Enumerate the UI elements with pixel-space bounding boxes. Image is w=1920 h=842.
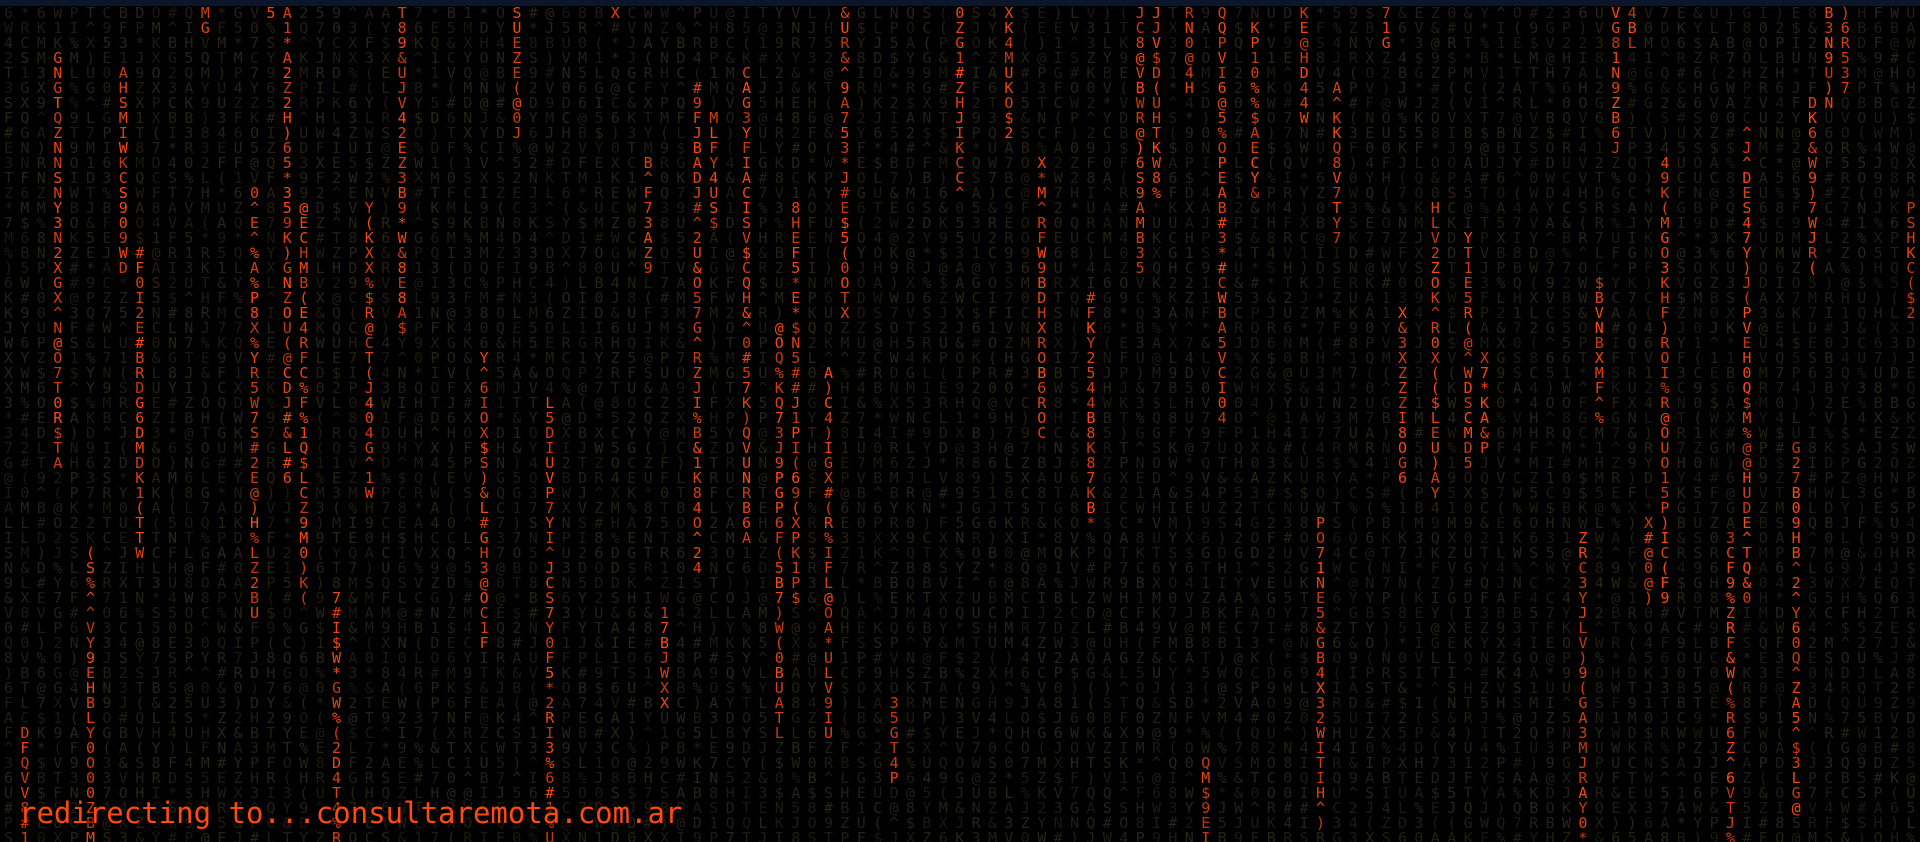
- rain-glyph: I: [676, 829, 685, 842]
- rain-glyph: 6: [1398, 829, 1407, 842]
- rain-glyph: P: [1136, 829, 1145, 842]
- rain-glyph: 1: [20, 829, 29, 842]
- rain-glyph: S: [381, 829, 390, 842]
- rain-glyph: R: [332, 829, 342, 842]
- rain-glyph: D: [611, 829, 620, 842]
- rain-glyph: F: [1250, 829, 1259, 842]
- rain-glyph: R: [1283, 829, 1293, 842]
- rain-glyph: 1: [414, 829, 423, 842]
- rain-glyph: #: [168, 829, 177, 842]
- rain-glyph: R: [463, 829, 473, 842]
- rain-glyph: 1: [594, 829, 603, 842]
- rain-glyph: J: [1086, 829, 1095, 842]
- rain-glyph: %: [529, 829, 538, 842]
- rain-glyph: Y: [299, 829, 308, 842]
- rain-glyph: 8: [791, 829, 800, 842]
- rain-glyph: ): [1070, 829, 1079, 842]
- rain-glyph: 3: [119, 829, 128, 842]
- rain-glyph: U: [545, 829, 554, 842]
- rain-glyph: #: [250, 829, 259, 842]
- rain-glyph: 9: [693, 829, 702, 842]
- rain-glyph: W: [1103, 829, 1113, 842]
- rain-glyph: F: [217, 829, 226, 842]
- rain-glyph: L: [266, 829, 275, 842]
- rain-glyph: I: [1201, 829, 1210, 842]
- rain-glyph: X: [644, 829, 653, 842]
- rain-glyph: T: [824, 829, 833, 842]
- rain-glyph: C: [365, 829, 374, 842]
- rain-glyph: 0: [37, 829, 46, 842]
- rain-glyph: P: [70, 829, 79, 842]
- rain-glyph: Z: [922, 829, 931, 842]
- rain-glyph: S: [1382, 829, 1391, 842]
- rain-glyph: 9: [1152, 829, 1161, 842]
- rain-glyph: J: [234, 829, 243, 842]
- rain-glyph: &: [398, 829, 407, 842]
- rain-glyph: X: [53, 829, 62, 842]
- rain-glyph: M: [988, 829, 997, 842]
- rain-glyph: F: [496, 829, 505, 842]
- matrix-rain-canvas: 6W42T3SF#E3TZ*7M%)6KKJWXXX3*37G@IALISN9&…: [4, 6, 1916, 842]
- rain-glyph: T: [283, 829, 292, 842]
- rain-glyph: K: [955, 829, 964, 842]
- rain-glyph: J: [890, 829, 899, 842]
- rain-glyph: Y: [152, 829, 161, 842]
- rain-glyph: M: [86, 829, 95, 842]
- rain-glyph: Q: [348, 829, 357, 842]
- rain-glyph: @: [201, 829, 210, 842]
- rain-glyph: 0: [1021, 829, 1030, 842]
- rain-glyph: N: [578, 829, 587, 842]
- rain-glyph: P: [840, 829, 849, 842]
- rain-glyph: X: [1365, 829, 1374, 842]
- rain-glyph: 0: [512, 829, 521, 842]
- rain-glyph: #: [1054, 829, 1063, 842]
- rain-glyph: B: [1218, 829, 1227, 842]
- rain-glyph: Z: [316, 829, 325, 842]
- rain-glyph: S: [4, 829, 13, 842]
- rain-glyph: (: [447, 829, 456, 842]
- rain-glyph: W: [1037, 829, 1047, 842]
- rain-glyph: I: [775, 829, 784, 842]
- rain-glyph: 7: [726, 829, 735, 842]
- rain-glyph: 3: [1349, 829, 1358, 842]
- rain-glyph: 7: [430, 829, 439, 842]
- rain-glyph: I: [480, 829, 489, 842]
- rain-glyph: 6: [939, 829, 948, 842]
- matrix-rain-screen: 6 W 4 2 T 3 S F # E 3 T Z * 7 M%) 6 K K J W X X X 3 * 3 7 G @ I A L I S N 9 &…: [0, 0, 1920, 842]
- rain-glyph: P: [184, 829, 193, 842]
- rain-glyph: J: [758, 829, 767, 842]
- rain-glyph: S: [1300, 829, 1309, 842]
- rain-glyph: &: [135, 829, 144, 842]
- rain-glyph: H: [1168, 829, 1177, 842]
- rain-glyph: S: [808, 829, 817, 842]
- rain-glyph: F: [857, 829, 866, 842]
- rain-glyph: X: [906, 829, 915, 842]
- rain-glyph: 3: [972, 829, 981, 842]
- rain-glyph: $: [873, 829, 882, 842]
- rain-glyph: R: [1316, 829, 1326, 842]
- rain-glyph: S: [102, 829, 111, 842]
- rain-glyph: A: [1447, 829, 1456, 842]
- rain-glyph: B: [1267, 829, 1276, 842]
- rain-glyph: N: [1185, 829, 1194, 842]
- rain-glyph: P: [709, 829, 718, 842]
- rain-glyph: V: [1004, 829, 1013, 842]
- rain-glyph: X: [562, 829, 571, 842]
- rain-glyph: A: [1431, 829, 1440, 842]
- rain-glyph: 0: [1414, 829, 1423, 842]
- rain-glyph: G: [1332, 829, 1341, 842]
- rain-glyph: X: [660, 829, 669, 842]
- rain-glyph: 0: [627, 829, 636, 842]
- rain-glyph: 4: [1119, 829, 1128, 842]
- rain-glyph: T: [742, 829, 751, 842]
- rain-glyph: 9: [1234, 829, 1243, 842]
